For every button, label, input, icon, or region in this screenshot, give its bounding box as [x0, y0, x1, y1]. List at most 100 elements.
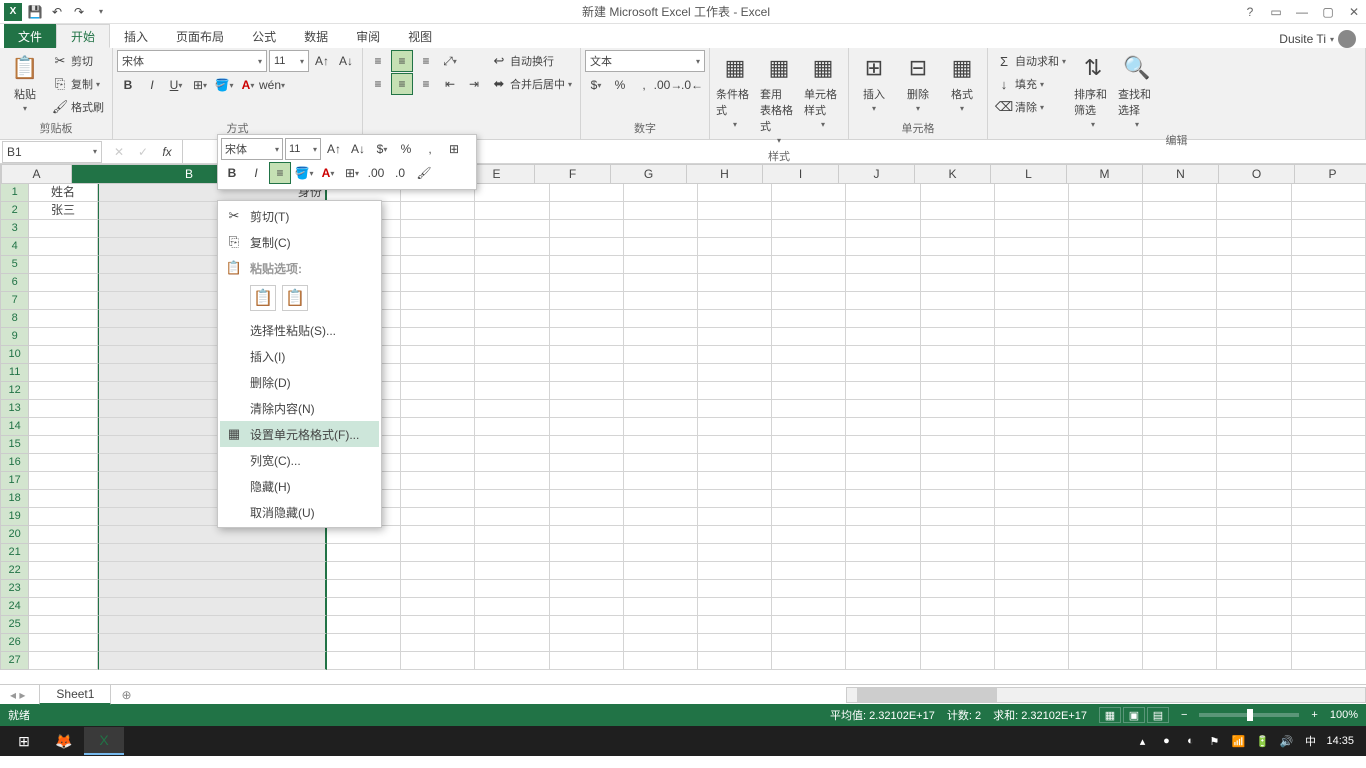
cell-styles-button[interactable]: ▦单元格样式▾ [802, 50, 844, 131]
cell[interactable] [1217, 364, 1291, 382]
cell[interactable] [550, 616, 624, 634]
format-cells-button[interactable]: ▦格式▾ [941, 50, 983, 115]
cell[interactable] [1292, 472, 1366, 490]
cell[interactable] [475, 292, 549, 310]
cell[interactable] [98, 562, 327, 580]
cell[interactable] [401, 382, 475, 400]
row-header[interactable]: 10 [0, 346, 29, 364]
cell[interactable] [1143, 382, 1217, 400]
row-header[interactable]: 4 [0, 238, 29, 256]
cell[interactable] [772, 508, 846, 526]
cell[interactable] [401, 598, 475, 616]
cell[interactable] [401, 562, 475, 580]
cell[interactable] [772, 616, 846, 634]
cancel-edit-icon[interactable]: ✕ [108, 141, 130, 163]
tab-view[interactable]: 视图 [394, 24, 446, 48]
cell[interactable] [1292, 346, 1366, 364]
cell[interactable] [624, 202, 698, 220]
row-header[interactable]: 8 [0, 310, 29, 328]
cell[interactable] [772, 418, 846, 436]
cell[interactable] [624, 652, 698, 670]
mini-format-painter-icon[interactable]: 🖌 [413, 162, 435, 184]
cell[interactable] [772, 256, 846, 274]
column-header[interactable]: I [763, 164, 839, 184]
decrease-indent-icon[interactable]: ⇤ [439, 73, 461, 95]
cell[interactable] [29, 364, 97, 382]
cell[interactable] [846, 616, 920, 634]
sort-filter-button[interactable]: ⇅排序和筛选▾ [1072, 50, 1114, 131]
cell[interactable] [698, 490, 772, 508]
cell[interactable] [698, 598, 772, 616]
page-layout-view-icon[interactable]: ▣ [1123, 707, 1145, 723]
cell[interactable] [29, 238, 97, 256]
cell[interactable] [772, 310, 846, 328]
cell[interactable] [1217, 184, 1291, 202]
cell[interactable] [624, 310, 698, 328]
fill-button[interactable]: ↓填充▾ [992, 73, 1070, 95]
cell[interactable] [1292, 544, 1366, 562]
cell[interactable] [327, 562, 401, 580]
row-header[interactable]: 23 [0, 580, 29, 598]
cell[interactable] [995, 202, 1069, 220]
cell[interactable] [846, 238, 920, 256]
cell[interactable] [772, 544, 846, 562]
mini-font-color-icon[interactable]: A▾ [317, 162, 339, 184]
cell[interactable] [698, 292, 772, 310]
cell[interactable] [772, 634, 846, 652]
cell[interactable] [1217, 472, 1291, 490]
cell[interactable] [1292, 526, 1366, 544]
cell[interactable] [921, 418, 995, 436]
cell[interactable] [550, 490, 624, 508]
page-break-view-icon[interactable]: ▤ [1147, 707, 1169, 723]
cell[interactable] [846, 634, 920, 652]
mini-dec-decimal-icon[interactable]: .0 [389, 162, 411, 184]
tab-insert[interactable]: 插入 [110, 24, 162, 48]
format-painter-button[interactable]: 🖌格式刷 [48, 96, 108, 118]
cell[interactable] [550, 418, 624, 436]
cell[interactable] [1217, 508, 1291, 526]
cell[interactable] [401, 292, 475, 310]
cell[interactable] [921, 256, 995, 274]
mini-border-icon2[interactable]: ⊞▾ [341, 162, 363, 184]
cell[interactable] [846, 454, 920, 472]
cell[interactable] [1292, 184, 1366, 202]
cell[interactable] [846, 400, 920, 418]
cell[interactable] [1143, 598, 1217, 616]
cell[interactable] [624, 454, 698, 472]
cell[interactable] [698, 346, 772, 364]
cell[interactable] [846, 220, 920, 238]
firefox-icon[interactable]: 🦊 [44, 727, 84, 755]
cell[interactable] [1217, 202, 1291, 220]
cell[interactable] [1292, 400, 1366, 418]
row-header[interactable]: 11 [0, 364, 29, 382]
column-header[interactable]: J [839, 164, 915, 184]
cell[interactable] [475, 634, 549, 652]
cell[interactable] [29, 436, 97, 454]
column-header[interactable]: F [535, 164, 611, 184]
cell[interactable] [624, 328, 698, 346]
cell[interactable] [772, 652, 846, 670]
cell[interactable] [475, 418, 549, 436]
row-header[interactable]: 21 [0, 544, 29, 562]
cell[interactable] [29, 292, 97, 310]
cell[interactable] [401, 220, 475, 238]
cell[interactable] [921, 634, 995, 652]
cell[interactable] [1217, 580, 1291, 598]
cell[interactable] [698, 256, 772, 274]
cell[interactable] [475, 310, 549, 328]
menu-hide[interactable]: 隐藏(H) [220, 473, 379, 499]
border-button[interactable]: ⊞▾ [189, 74, 211, 96]
cell[interactable] [1217, 418, 1291, 436]
increase-indent-icon[interactable]: ⇥ [463, 73, 485, 95]
menu-format-cells[interactable]: ▦设置单元格格式(F)... [220, 421, 379, 447]
cell[interactable] [772, 526, 846, 544]
cell[interactable] [29, 562, 97, 580]
cell[interactable] [401, 580, 475, 598]
cell[interactable] [1292, 418, 1366, 436]
cell[interactable] [475, 382, 549, 400]
cell[interactable] [550, 274, 624, 292]
qat-customize-icon[interactable]: ▾ [92, 3, 110, 21]
close-icon[interactable]: ✕ [1346, 4, 1362, 20]
cell[interactable] [921, 310, 995, 328]
align-top-icon[interactable]: ≡ [367, 50, 389, 72]
